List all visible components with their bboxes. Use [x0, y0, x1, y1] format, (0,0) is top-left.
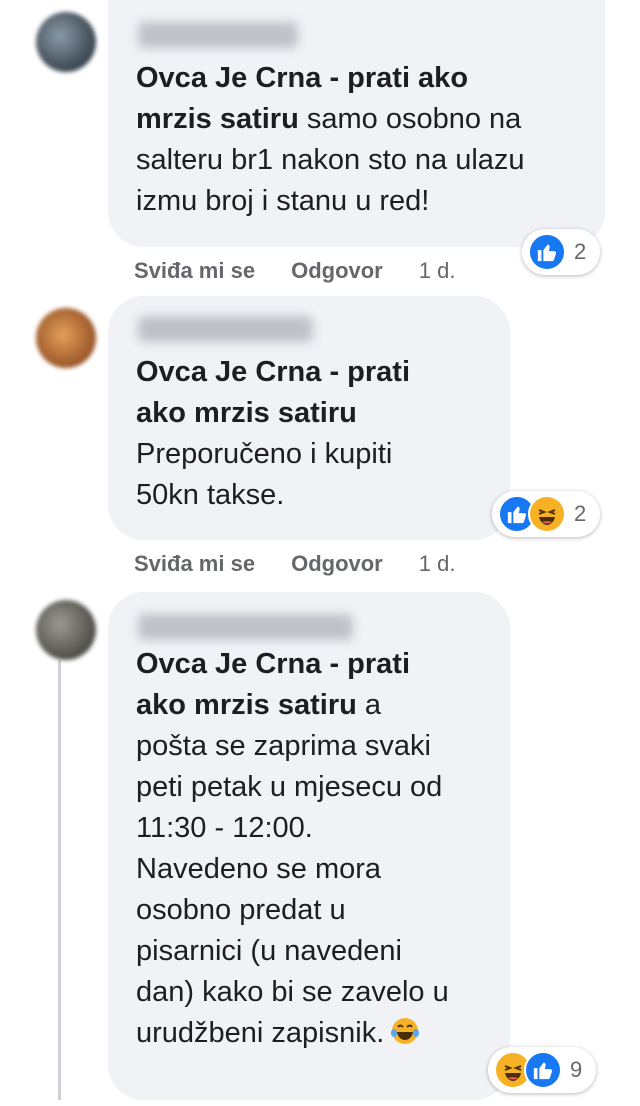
reaction-summary[interactable]: 9 [488, 1047, 597, 1093]
like-icon [524, 1051, 562, 1089]
timestamp[interactable]: 1 d. [419, 551, 456, 577]
avatar[interactable] [36, 12, 96, 72]
reply-thread-line [58, 660, 61, 1100]
comment-body: Preporučeno i kupiti [136, 438, 393, 470]
author-name-blurred[interactable] [138, 316, 313, 342]
author-name-blurred[interactable] [138, 22, 298, 48]
comment-body: pošta se zaprima svaki [136, 730, 431, 762]
reply-link[interactable]: Odgovor [291, 551, 383, 577]
comment-bubble: Ovca Je Crna - prati ako mrzis satiru Pr… [108, 296, 510, 540]
comment-text: Ovca Je Crna - prati ako mrzis satiru a … [136, 592, 482, 1054]
like-link[interactable]: Sviđa mi se [134, 551, 255, 577]
avatar[interactable] [36, 308, 96, 368]
comment-actions: Sviđa mi se Odgovor 1 d. [134, 258, 455, 284]
comment-body: a [356, 689, 382, 721]
comment-body: izmu broj i stanu u red! [136, 185, 430, 217]
comment-body: salteru br1 nakon sto na ulazu [136, 144, 525, 176]
comment-body: 11:30 - 12:00. [136, 812, 313, 844]
timestamp[interactable]: 1 d. [419, 258, 456, 284]
avatar[interactable] [36, 600, 96, 660]
reaction-summary[interactable]: 2 [492, 491, 601, 537]
reaction-count: 9 [570, 1057, 583, 1082]
reaction-count: 2 [574, 501, 587, 526]
haha-icon [528, 495, 566, 533]
profile-tag[interactable]: Ovca Je Crna - prati [136, 352, 482, 393]
like-link[interactable]: Sviđa mi se [134, 258, 255, 284]
profile-tag[interactable]: Ovca Je Crna - prati ako [136, 62, 468, 94]
comment-bubble: Ovca Je Crna - prati ako mrzis satiru a … [108, 592, 510, 1100]
tears-of-joy-emoji [391, 1018, 420, 1044]
comment-body: osobno predat u [136, 894, 346, 926]
profile-tag[interactable]: Ovca Je Crna - prati [136, 644, 482, 685]
comment-body: peti petak u mjesecu od [136, 771, 443, 803]
like-icon [528, 233, 566, 271]
profile-tag[interactable]: ako mrzis satiru [136, 393, 482, 434]
reaction-summary[interactable]: 2 [522, 229, 601, 275]
reply-link[interactable]: Odgovor [291, 258, 383, 284]
author-name-blurred[interactable] [138, 614, 353, 640]
comment-body: urudžbeni zapisnik. [136, 1017, 385, 1049]
profile-tag[interactable]: mrzis satiru [136, 103, 299, 135]
comment-actions: Sviđa mi se Odgovor 1 d. [134, 551, 455, 577]
comment-body: dan) kako bi se zavelo u [136, 976, 449, 1008]
comment-body: samo osobno na [298, 103, 522, 135]
comment-body: pisarnici (u navedeni [136, 935, 402, 967]
comment-body: 50kn takse. [136, 479, 285, 511]
comment-body: Navedeno se mora [136, 853, 382, 885]
profile-tag[interactable]: ako mrzis satiru [136, 689, 357, 721]
reaction-count: 2 [574, 239, 587, 264]
comment-bubble: Ovca Je Crna - prati ako mrzis satiru sa… [108, 0, 605, 247]
